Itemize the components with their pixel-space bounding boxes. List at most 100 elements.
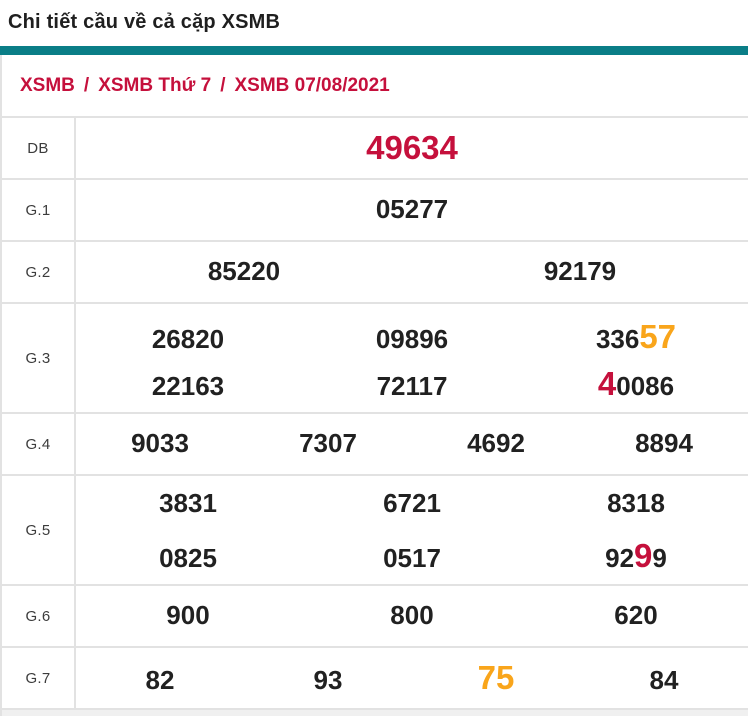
digit-segment: 26820 — [151, 324, 225, 354]
next-row-cutoff — [2, 710, 748, 716]
prize-value: 82 — [76, 660, 244, 702]
prize-line: 900 800 620 — [76, 595, 748, 637]
digit-segment: 09896 — [375, 324, 449, 354]
digit-segment: 8318 — [607, 488, 665, 518]
digit-segment: 93 — [313, 664, 343, 695]
prize-value: 4692 — [412, 423, 580, 465]
lottery-results-page: Chi tiết cầu về cả cặp XSMB XSMB / XSMB … — [0, 0, 748, 716]
prize-value: 620 — [524, 595, 748, 637]
prize-value: 05277 — [76, 189, 748, 231]
prize-value: 0825 — [76, 538, 300, 580]
row-values: 49634 — [76, 118, 748, 178]
prize-value: 3831 — [76, 483, 300, 525]
digit-segment: 8894 — [635, 428, 693, 459]
prize-value: 75 — [412, 652, 580, 705]
table-row: G.4 9033 7307 4692 8894 — [2, 414, 748, 476]
row-label: DB — [2, 118, 76, 178]
prize-value: 33657 — [524, 311, 748, 364]
row-values: 05277 — [76, 180, 748, 240]
digit-segment: 800 — [390, 600, 434, 631]
prize-value: 7307 — [244, 423, 412, 465]
digit-segment: 72117 — [376, 371, 448, 401]
row-values: 3831 6721 8318 0825 0517 9299 — [76, 476, 748, 584]
prize-value: 9299 — [524, 530, 748, 583]
table-row: G.3 26820 09896 33657 22163 72117 40086 — [2, 304, 748, 414]
prize-line: 05277 — [76, 189, 748, 231]
prize-line: 22163 72117 40086 — [76, 358, 748, 405]
digit-segment: 0825 — [159, 543, 217, 573]
prize-value: 0517 — [300, 538, 524, 580]
breadcrumb: XSMB / XSMB Thứ 7 / XSMB 07/08/2021 — [2, 55, 748, 118]
row-label: G.6 — [2, 586, 76, 646]
digit-segment: 9033 — [131, 428, 189, 459]
prize-line: 3831 6721 8318 — [76, 483, 748, 530]
digit-segment: 9 — [634, 537, 653, 574]
page-title: Chi tiết cầu về cả cặp XSMB — [8, 11, 281, 33]
digit-segment: 336 — [595, 324, 640, 354]
row-label: G.4 — [2, 414, 76, 474]
prize-value: 8318 — [524, 483, 748, 525]
prize-value: 84 — [580, 660, 748, 702]
digit-segment: 900 — [166, 600, 210, 631]
prize-value: 49634 — [76, 122, 748, 175]
digit-segment: 7307 — [299, 428, 357, 459]
row-values: 26820 09896 33657 22163 72117 40086 — [76, 304, 748, 412]
teal-accent-bar — [0, 46, 748, 55]
digit-segment: 3831 — [159, 488, 217, 518]
prize-line: 82 93 75 84 — [76, 652, 748, 705]
row-values: 82 93 75 84 — [76, 648, 748, 708]
digit-segment: 05277 — [375, 194, 449, 225]
table-row: DB 49634 — [2, 118, 748, 180]
row-values: 85220 92179 — [76, 242, 748, 302]
digit-segment: 0517 — [383, 543, 441, 573]
digit-segment: 92179 — [543, 256, 617, 287]
digit-segment: 49634 — [366, 128, 458, 166]
prize-value: 6721 — [300, 483, 524, 525]
prize-value: 09896 — [300, 319, 524, 361]
prize-line: 26820 09896 33657 — [76, 311, 748, 358]
row-label: G.1 — [2, 180, 76, 240]
row-label: G.3 — [2, 304, 76, 412]
breadcrumb-link-xsmb[interactable]: XSMB — [20, 75, 75, 97]
prize-line: 0825 0517 9299 — [76, 530, 748, 577]
breadcrumb-separator: / — [220, 74, 226, 96]
prize-value: 40086 — [524, 358, 748, 411]
digit-segment: 4692 — [467, 428, 525, 459]
breadcrumb-separator: / — [83, 74, 90, 96]
digit-segment: 57 — [639, 318, 677, 355]
prize-value: 900 — [76, 595, 300, 637]
prize-value: 8894 — [580, 423, 748, 465]
digit-segment: 82 — [145, 664, 175, 695]
prize-line: 49634 — [76, 122, 748, 175]
prize-value: 93 — [244, 660, 412, 702]
row-label: G.7 — [2, 648, 76, 708]
prize-value: 26820 — [76, 319, 300, 361]
digit-segment: 6721 — [383, 488, 441, 518]
results-board: XSMB / XSMB Thứ 7 / XSMB 07/08/2021 DB 49… — [0, 55, 748, 716]
digit-segment: 4 — [597, 365, 617, 402]
breadcrumb-link-xsmb-date[interactable]: XSMB 07/08/2021 — [234, 75, 389, 97]
digit-segment: 9 — [652, 543, 667, 573]
digit-segment: 85220 — [207, 256, 281, 287]
table-row: G.2 85220 92179 — [2, 242, 748, 304]
prize-value: 22163 — [76, 366, 300, 408]
prize-value: 9033 — [76, 423, 244, 465]
digit-segment: 0086 — [616, 371, 675, 401]
digit-segment: 84 — [649, 664, 679, 695]
results-table: DB 49634 G.1 05277 G.2 85220 92179 G.3 26820 0989… — [2, 118, 748, 710]
digit-segment: 22163 — [151, 371, 225, 401]
breadcrumb-link-xsmb-thu7[interactable]: XSMB Thứ 7 — [98, 75, 211, 97]
prize-line: 85220 92179 — [76, 251, 748, 293]
prize-value: 92179 — [412, 251, 748, 293]
prize-value: 85220 — [76, 251, 412, 293]
table-row: G.5 3831 6721 8318 0825 0517 9299 — [2, 476, 748, 586]
table-row: G.7 82 93 75 84 — [2, 648, 748, 710]
table-row: G.1 05277 — [2, 180, 748, 242]
row-label: G.5 — [2, 476, 76, 584]
row-label: G.2 — [2, 242, 76, 302]
row-values: 9033 7307 4692 8894 — [76, 414, 748, 474]
prize-value: 72117 — [300, 366, 524, 408]
digit-segment: 92 — [605, 543, 635, 573]
digit-segment: 75 — [477, 658, 515, 696]
prize-value: 800 — [300, 595, 524, 637]
